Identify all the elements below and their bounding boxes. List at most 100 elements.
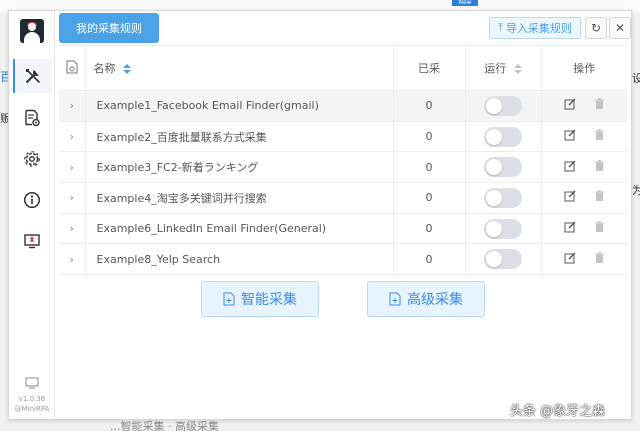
run-toggle[interactable] [484,126,522,147]
background-new-badge: New [452,0,478,6]
add-file-icon [389,292,401,306]
advanced-collect-button[interactable]: 高级采集 [367,281,485,317]
expand-row-button[interactable]: › [59,90,86,122]
advanced-collect-label: 高级采集 [407,292,463,308]
rules-table: 名称 已采 运行 操作 › Example1_Facebook Email Fi… [59,45,627,276]
edit-icon[interactable] [564,98,576,113]
import-icon: ⤒ [498,21,503,34]
chevron-right-icon: › [69,252,74,266]
refresh-button[interactable]: ↻ [585,17,607,39]
expand-row-button[interactable]: › [59,182,86,214]
expand-row-button[interactable]: › [59,121,86,153]
rule-name: Example4_淘宝多关键词并行搜索 [85,182,394,214]
rule-name: Example3_FC2-新着ランキング [85,151,394,184]
trash-icon[interactable] [594,221,605,236]
rule-name: Example2_百度批量联系方式采集 [85,121,394,153]
brand-label: @MiniRPA [14,405,50,413]
run-toggle-cell [465,213,542,245]
run-toggle[interactable] [484,218,522,239]
edit-icon[interactable] [564,129,576,144]
actions-cell [541,90,627,122]
sidebar-item-help[interactable] [13,224,51,258]
run-toggle[interactable] [484,187,522,208]
sort-icon [513,64,522,74]
table-row[interactable]: › Example3_FC2-新着ランキング 0 [59,151,627,184]
table-row[interactable]: › Example1_Facebook Email Finder(gmail) 0 [59,90,627,122]
select-all-header[interactable] [59,45,86,91]
version-icon [9,377,55,392]
column-header-collected: 已采 [393,45,466,91]
actions-cell [541,182,627,214]
watermark: 头条 @象牙之森 [510,404,606,419]
collected-count: 0 [393,213,466,245]
main-panel: 我的采集规则 ⤒ 导入采集规则 ↻ ✕ 名称 已采 运行 操作 › Exampl… [55,11,631,419]
edit-icon[interactable] [564,221,576,236]
run-toggle[interactable] [484,157,522,178]
close-icon: ✕ [614,21,626,35]
version-label: v1.0.36 [18,395,46,403]
run-toggle[interactable] [484,249,522,270]
expand-row-button[interactable]: › [59,151,86,184]
table-row[interactable]: › Example4_淘宝多关键词并行搜索 0 [59,182,627,214]
document-settings-icon [25,109,40,127]
actions-cell [541,243,627,276]
gear-icon [24,151,40,167]
collected-count: 0 [393,243,466,276]
run-toggle-cell [465,151,542,184]
collected-count: 0 [393,151,466,184]
actions-cell [541,121,627,153]
rule-name: Example1_Facebook Email Finder(gmail) [85,90,394,122]
sidebar-item-rules[interactable] [13,59,51,93]
edit-icon[interactable] [564,252,576,267]
collected-count: 0 [393,90,466,122]
collected-count: 0 [393,121,466,153]
smart-collect-button[interactable]: 智能采集 [201,281,319,317]
import-rules-button[interactable]: ⤒ 导入采集规则 [489,17,581,39]
trash-icon[interactable] [594,160,605,175]
sidebar-item-about[interactable] [13,183,51,217]
chevron-right-icon: › [69,99,74,113]
column-header-actions: 操作 [541,45,627,91]
trash-icon[interactable] [594,190,605,205]
close-button[interactable]: ✕ [609,17,631,39]
tools-icon [26,69,40,83]
background-text-fragment: 为 [632,184,640,197]
actions-cell [541,151,627,184]
app-logo [20,19,44,43]
chevron-right-icon: › [69,191,74,205]
tab-my-rules[interactable]: 我的采集规则 [59,13,159,43]
edit-icon[interactable] [564,160,576,175]
info-icon [23,191,41,209]
extension-popup: v1.0.36 @MiniRPA 我的采集规则 ⤒ 导入采集规则 ↻ ✕ 名称 … [8,10,632,420]
run-toggle[interactable] [484,95,522,116]
rule-name: Example8_Yelp Search [85,243,394,276]
expand-row-button[interactable]: › [59,243,86,276]
trash-icon[interactable] [594,252,605,267]
rule-name: Example6_LinkedIn Email Finder(General) [85,213,394,245]
run-toggle-cell [465,243,542,276]
expand-row-button[interactable]: › [59,213,86,245]
run-toggle-cell [465,182,542,214]
sort-icon [123,64,131,74]
column-header-name[interactable]: 名称 [85,45,394,91]
add-file-icon [223,292,235,306]
trash-icon[interactable] [594,98,605,113]
run-toggle-cell [465,121,542,153]
help-monitor-icon [24,234,40,249]
table-header-row: 名称 已采 运行 操作 [59,45,627,91]
table-row[interactable]: › Example2_百度批量联系方式采集 0 [59,121,627,153]
run-toggle-cell [465,90,542,122]
edit-icon[interactable] [564,190,576,205]
background-text-fragment: 设 [632,72,640,85]
document-list-icon [66,60,78,73]
smart-collect-label: 智能采集 [241,292,297,308]
trash-icon[interactable] [594,129,605,144]
sidebar-item-settings[interactable] [13,142,51,176]
collected-count: 0 [393,182,466,214]
sidebar-item-templates[interactable] [13,101,51,135]
column-header-run[interactable]: 运行 [465,45,542,91]
table-row[interactable]: › Example6_LinkedIn Email Finder(General)… [59,213,627,245]
chevron-right-icon: › [69,222,74,236]
table-row[interactable]: › Example8_Yelp Search 0 [59,243,627,276]
refresh-icon: ↻ [590,21,602,35]
